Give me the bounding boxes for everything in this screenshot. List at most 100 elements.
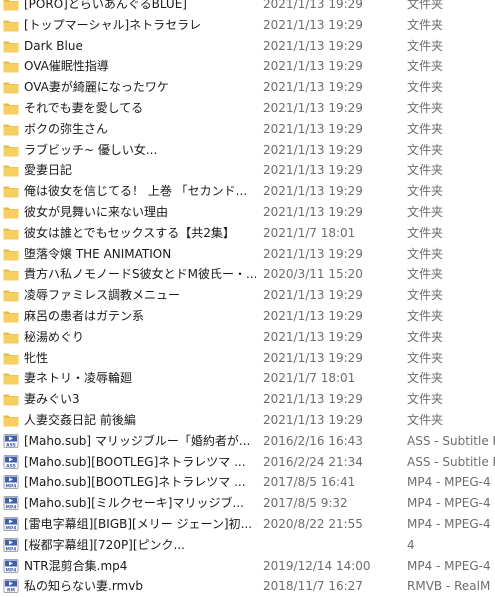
file-modified-date: 2020/3/11 15:20	[263, 267, 363, 282]
file-row[interactable]: OVA妻が綺麗になったワケ 2021/1/13 19:29 文件夹	[0, 77, 495, 98]
file-modified-date: 2021/1/13 19:29	[263, 121, 363, 136]
file-type: 文件夹	[407, 350, 444, 365]
file-modified-date: 2021/1/13 19:29	[263, 163, 363, 178]
file-type: 文件夹	[407, 121, 444, 136]
folder-icon	[3, 39, 19, 53]
file-row[interactable]: 俺は彼女を信じてる！ 上巻 「セカンド... 2021/1/13 19:29 文件夹	[0, 181, 495, 202]
file-modified-date: 2021/1/13 19:29	[263, 142, 363, 157]
folder-icon	[3, 247, 19, 261]
file-row[interactable]: 貴方ハ私ノモノードS彼女とドM彼氏ー・... 2020/3/11 15:20 文件夹	[0, 264, 495, 285]
file-type: 文件夹	[407, 80, 444, 95]
file-row[interactable]: 秘湯めぐり 2021/1/13 19:29 文件夹	[0, 327, 495, 348]
file-modified-date: 2021/1/13 19:29	[263, 204, 363, 219]
file-name: 貴方ハ私ノモノードS彼女とドM彼氏ー・...	[24, 267, 256, 282]
folder-icon	[3, 226, 19, 240]
folder-icon	[3, 0, 19, 11]
file-modified-date: 2021/1/7 18:01	[263, 371, 356, 386]
file-name: [Maho.sub][BOOTLEG]ネトラレツマ ...	[24, 475, 246, 490]
file-row[interactable]: 妻ネトリ・凌辱輪廻 2021/1/7 18:01 文件夹	[0, 368, 495, 389]
file-row[interactable]: ボクの弥生さん 2021/1/13 19:29 文件夹	[0, 119, 495, 140]
file-row[interactable]: MP4 [Maho.sub][BOOTLEG]ネトラレツマ ... 2017/8/5…	[0, 472, 495, 493]
file-type: 文件夹	[407, 38, 444, 53]
file-row[interactable]: [トップマーシャル]ネトラセラレ 2021/1/13 19:29 文件夹	[0, 15, 495, 36]
file-modified-date: 2020/8/22 21:55	[263, 516, 363, 531]
file-type: 文件夹	[407, 142, 444, 157]
file-name: [桜都字幕组][720P][ピンク...	[24, 537, 185, 552]
folder-icon	[3, 59, 19, 73]
file-row[interactable]: MP4 [雷电字幕组][BIGB][メリー ジェーン]初... 2020/8/22 …	[0, 514, 495, 535]
file-name: [PORO]とらいあんぐるBLUE]	[24, 0, 187, 11]
folder-icon	[3, 371, 19, 385]
file-name: [Maho.sub] マリッジブルー「婚約者が...	[24, 433, 251, 448]
file-row[interactable]: 堕落令嬢 THE ANIMATION 2021/1/13 19:29 文件夹	[0, 244, 495, 265]
file-name: それでも妻を愛してる	[24, 100, 144, 115]
file-name: [Maho.sub][BOOTLEG]ネトラレツマ ...	[24, 454, 246, 469]
folder-icon	[3, 413, 19, 427]
file-type: 文件夹	[407, 246, 444, 261]
mp4-video-icon: MP4	[3, 496, 19, 510]
file-name: [雷电字幕组][BIGB][メリー ジェーン]初...	[24, 516, 253, 531]
file-row[interactable]: ラブビッチ~ 優しい女... 2021/1/13 19:29 文件夹	[0, 140, 495, 161]
file-row[interactable]: 人妻交姦日記 前後編 2021/1/13 19:29 文件夹	[0, 410, 495, 431]
folder-icon	[3, 392, 19, 406]
file-row[interactable]: MP4 [Maho.sub][ミルクセーキ]マリッジブ... 2017/8/5 9:…	[0, 493, 495, 514]
mp4-video-icon: MP4	[3, 475, 19, 489]
svg-text:ASS: ASS	[6, 463, 16, 469]
folder-icon	[3, 18, 19, 32]
file-row[interactable]: 牝性 2021/1/13 19:29 文件夹	[0, 348, 495, 369]
file-modified-date: 2017/8/5 9:32	[263, 496, 348, 511]
folder-icon	[3, 351, 19, 365]
file-type: MP4 - MPEG-4	[407, 516, 491, 531]
file-modified-date: 2021/1/13 19:29	[263, 412, 363, 427]
file-name: 俺は彼女を信じてる！ 上巻 「セカンド...	[24, 184, 248, 199]
folder-icon	[3, 80, 19, 94]
file-name: ボクの弥生さん	[24, 121, 109, 136]
file-row[interactable]: OVA催眠性指導 2021/1/13 19:29 文件夹	[0, 56, 495, 77]
svg-text:MP4: MP4	[6, 525, 17, 531]
file-modified-date: 2021/1/13 19:29	[263, 288, 363, 303]
file-type: ASS - Subtitle F	[407, 454, 495, 469]
file-row[interactable]: 麻呂の患者はガテン系 2021/1/13 19:29 文件夹	[0, 306, 495, 327]
file-row[interactable]: MP4 [桜都字幕组][720P][ピンク... 4	[0, 535, 495, 556]
file-name: 牝性	[24, 350, 49, 365]
folder-icon	[3, 309, 19, 323]
file-name: 秘湯めぐり	[24, 329, 85, 344]
file-row[interactable]: Dark Blue 2021/1/13 19:29 文件夹	[0, 36, 495, 57]
file-row[interactable]: 彼女は誰とでもセックスする【共2集】 2021/1/7 18:01 文件夹	[0, 223, 495, 244]
file-row[interactable]: MP4 NTR混剪合集.mp4 2019/12/14 14:00 MP4 - MPEG…	[0, 556, 495, 577]
file-row[interactable]: それでも妻を愛してる 2021/1/13 19:29 文件夹	[0, 98, 495, 119]
file-modified-date: 2021/1/13 19:29	[263, 17, 363, 32]
file-row[interactable]: [PORO]とらいあんぐるBLUE] 2021/1/13 19:29 文件夹	[0, 0, 495, 15]
file-type: 文件夹	[407, 267, 444, 282]
file-type: 文件夹	[407, 163, 444, 178]
file-type: 4	[407, 537, 415, 552]
file-row[interactable]: ASS [Maho.sub][BOOTLEG]ネトラレツマ ... 2016/2/2…	[0, 452, 495, 473]
file-modified-date: 2016/2/16 16:43	[263, 433, 363, 448]
folder-icon	[3, 143, 19, 157]
file-row[interactable]: 凌辱ファミレス調教メニュー 2021/1/13 19:29 文件夹	[0, 285, 495, 306]
file-name: [トップマーシャル]ネトラセラレ	[24, 17, 202, 32]
svg-text:MP4: MP4	[6, 484, 17, 490]
file-row[interactable]: 妻みぐい3 2021/1/13 19:29 文件夹	[0, 389, 495, 410]
file-type: 文件夹	[407, 59, 444, 74]
file-modified-date: 2021/1/13 19:29	[263, 59, 363, 74]
file-modified-date: 2021/1/13 19:29	[263, 308, 363, 323]
file-modified-date: 2021/1/13 19:29	[263, 100, 363, 115]
file-row[interactable]: 愛妻日記 2021/1/13 19:29 文件夹	[0, 160, 495, 181]
file-row[interactable]: RM 私の知らない妻.rmvb 2018/11/7 16:27 RMVB - Real…	[0, 576, 495, 597]
file-list: [PORO]とらいあんぐるBLUE] 2021/1/13 19:29 文件夹 [トップ…	[0, 0, 495, 597]
file-type: 文件夹	[407, 184, 444, 199]
file-row[interactable]: 彼女が見舞いに来ない理由 2021/1/13 19:29 文件夹	[0, 202, 495, 223]
file-name: 愛妻日記	[24, 163, 73, 178]
file-type: 文件夹	[407, 329, 444, 344]
file-modified-date: 2021/1/13 19:29	[263, 184, 363, 199]
file-type: RMVB - RealM	[407, 579, 491, 594]
file-type: MP4 - MPEG-4	[407, 558, 491, 573]
file-name: [Maho.sub][ミルクセーキ]マリッジブ...	[24, 496, 244, 511]
file-row[interactable]: ASS [Maho.sub] マリッジブルー「婚約者が... 2016/2/16 1…	[0, 431, 495, 452]
file-name: 凌辱ファミレス調教メニュー	[24, 288, 181, 303]
file-modified-date: 2018/11/7 16:27	[263, 579, 363, 594]
folder-icon	[3, 288, 19, 302]
file-name: 堕落令嬢 THE ANIMATION	[24, 246, 172, 261]
file-name: 妻ネトリ・凌辱輪廻	[24, 371, 133, 386]
